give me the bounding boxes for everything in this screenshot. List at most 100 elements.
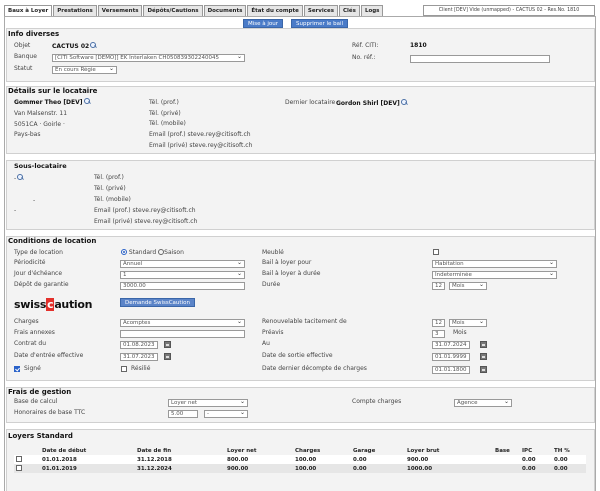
exit-date-input[interactable]: 01.01.9999 <box>432 353 470 361</box>
duration-label: Durée <box>262 281 281 288</box>
furnished-checkbox[interactable] <box>433 249 439 255</box>
fees-title: Frais de gestion <box>2 387 94 398</box>
last-tenant-value: Gordon Shirl [DEV] <box>336 99 408 108</box>
rents-title: Loyers Standard <box>3 431 95 442</box>
tab-documents[interactable]: Documents <box>203 5 247 16</box>
lease-for-select[interactable]: Habitation <box>432 260 557 268</box>
period-select[interactable]: Annuel <box>120 260 245 268</box>
notice-input[interactable]: 3 <box>432 330 445 338</box>
tab-tat-du-compte[interactable]: État du compte <box>247 5 303 16</box>
renew-unit-select[interactable]: Mois <box>449 319 487 327</box>
notice-unit: Mois <box>453 329 467 336</box>
signed-checkbox[interactable] <box>14 366 20 372</box>
search-icon[interactable] <box>90 42 97 49</box>
signed-label: Signé <box>24 365 41 372</box>
calendar-icon[interactable] <box>480 366 487 373</box>
update-button[interactable]: Mise à jour <box>243 19 284 28</box>
entry-date-input[interactable]: 31.07.2023 <box>120 353 158 361</box>
due-select[interactable]: 1 <box>120 271 245 279</box>
fees-label: Frais annexes <box>14 329 55 336</box>
sub-tel-mob: Tél. (mobile) <box>94 196 131 203</box>
duration-input[interactable]: 12 <box>432 282 445 290</box>
tenant-email-prof: Email (prof.) steve.rey@citisoft.ch <box>149 131 251 138</box>
calendar-icon[interactable] <box>480 353 487 360</box>
search-icon[interactable] <box>400 99 408 106</box>
tab-cl-s[interactable]: Clés <box>339 5 360 16</box>
tenant-city: 5051CA · Goirle · <box>14 121 65 128</box>
table-header: Date de début Date de fin Loyer net Char… <box>14 447 586 455</box>
deposit-input[interactable]: 3000.00 <box>120 282 245 290</box>
calendar-icon[interactable] <box>164 353 171 360</box>
status-select[interactable]: En cours Régie <box>52 66 117 74</box>
deposit-label: Dépôt de garantie <box>14 281 69 288</box>
ref-no-input[interactable] <box>410 55 550 63</box>
subtenant-dash: - <box>33 197 36 204</box>
column-header: TH % <box>554 448 570 454</box>
contract-label: Contrat du <box>14 340 47 347</box>
subtenant-title: Sous-locataire <box>14 162 67 170</box>
fee-unit-select[interactable]: - <box>204 410 248 418</box>
fees-input[interactable] <box>120 330 245 338</box>
contract-date-input[interactable]: 01.08.2023 <box>120 341 158 349</box>
row-checkbox[interactable] <box>16 455 22 462</box>
search-icon[interactable] <box>17 174 24 181</box>
column-header: Loyer net <box>227 448 257 454</box>
account-select[interactable]: Agence <box>454 399 512 407</box>
charges-select[interactable]: Acomptes <box>120 319 245 327</box>
table-row[interactable]: 01.01.2018 31.12.2018 800.00 100.00 0.00… <box>14 455 586 464</box>
info-title: Info diverses <box>2 29 82 40</box>
to-date-input[interactable]: 31.07.2024 <box>432 341 470 349</box>
duration-type-label: Bail à loyer à durée <box>262 270 321 277</box>
season-label: Saison <box>164 249 184 256</box>
tab-versements[interactable]: Versements <box>97 5 143 16</box>
ref-citi-value: 1810 <box>410 42 427 49</box>
tenant-title: Détails sur le locataire <box>2 86 120 97</box>
duration-type-select[interactable]: Indeterminée <box>432 271 557 279</box>
client-info: Client [DEV] Vide (unmapped) - CACTUS 02… <box>423 5 595 16</box>
conditions-title: Conditions de location <box>2 236 119 247</box>
period-label: Périodicité <box>14 259 46 266</box>
standard-label: Standard <box>128 249 157 256</box>
exit-label: Date de sortie effective <box>262 352 333 359</box>
tenant-country: Pays-bas <box>14 131 41 138</box>
cancelled-label: Résilié <box>131 365 151 372</box>
swisscaution-request-button[interactable]: Demande SwissCaution <box>120 298 195 307</box>
calendar-icon[interactable] <box>480 341 487 348</box>
bank-label: Banque <box>14 53 37 60</box>
tab-services[interactable]: Services <box>303 5 338 16</box>
last-charges-date-input[interactable]: 01.01.1800 <box>432 366 470 374</box>
furnished-label: Meublé <box>262 249 284 256</box>
duration-unit-select[interactable]: Mois <box>449 282 487 290</box>
cancelled-checkbox[interactable] <box>121 366 127 372</box>
swisscaution-logo: swisscaution <box>14 298 93 311</box>
base-select[interactable]: Loyer net <box>168 399 248 407</box>
charges-label: Charges <box>14 318 39 325</box>
standard-radio[interactable] <box>121 249 127 255</box>
sub-email-prof: Email (prof.) steve.rey@citisoft.ch <box>94 207 196 214</box>
sub-tel-priv: Tél. (privé) <box>94 185 126 192</box>
fee-rate-input[interactable]: 5.00 <box>168 410 198 418</box>
column-header: Date de début <box>42 448 87 454</box>
tab-logs[interactable]: Logs <box>360 5 384 16</box>
sub-email-priv: Email (privé) steve.rey@citisoft.ch <box>94 218 198 225</box>
tab-d-p-ts-cautions[interactable]: Dépôts/Cautions <box>143 5 203 16</box>
tab-prestations[interactable]: Prestations <box>53 5 97 16</box>
renew-label: Renouvelable tacitement de <box>262 318 347 325</box>
fee-rate-label: Honoraires de base TTC <box>14 409 86 416</box>
type-label: Type de location <box>14 249 63 256</box>
lease-for-label: Bail à loyer pour <box>262 259 312 266</box>
calendar-icon[interactable] <box>164 341 171 348</box>
search-icon[interactable] <box>83 98 91 105</box>
delete-lease-button[interactable]: Supprimer le bail <box>291 19 349 28</box>
ref-citi-label: Réf. CITI: <box>352 42 379 49</box>
column-header: Garage <box>353 448 376 454</box>
column-header: Loyer brut <box>407 448 440 454</box>
renew-input[interactable]: 12 <box>432 319 445 327</box>
to-label: Au <box>262 340 270 347</box>
row-checkbox[interactable] <box>16 464 22 471</box>
bank-select[interactable]: [CITI Software [DEMO]] EK Interlaken CH0… <box>52 54 245 62</box>
table-row[interactable]: 01.01.2019 31.12.2024 900.00 100.00 0.00… <box>14 464 586 473</box>
tenant-email-priv: Email (privé) steve.rey@citisoft.ch <box>149 142 253 149</box>
column-header: Base <box>495 448 510 454</box>
tenant-name: Gommer Theo [DEV] <box>14 98 91 107</box>
